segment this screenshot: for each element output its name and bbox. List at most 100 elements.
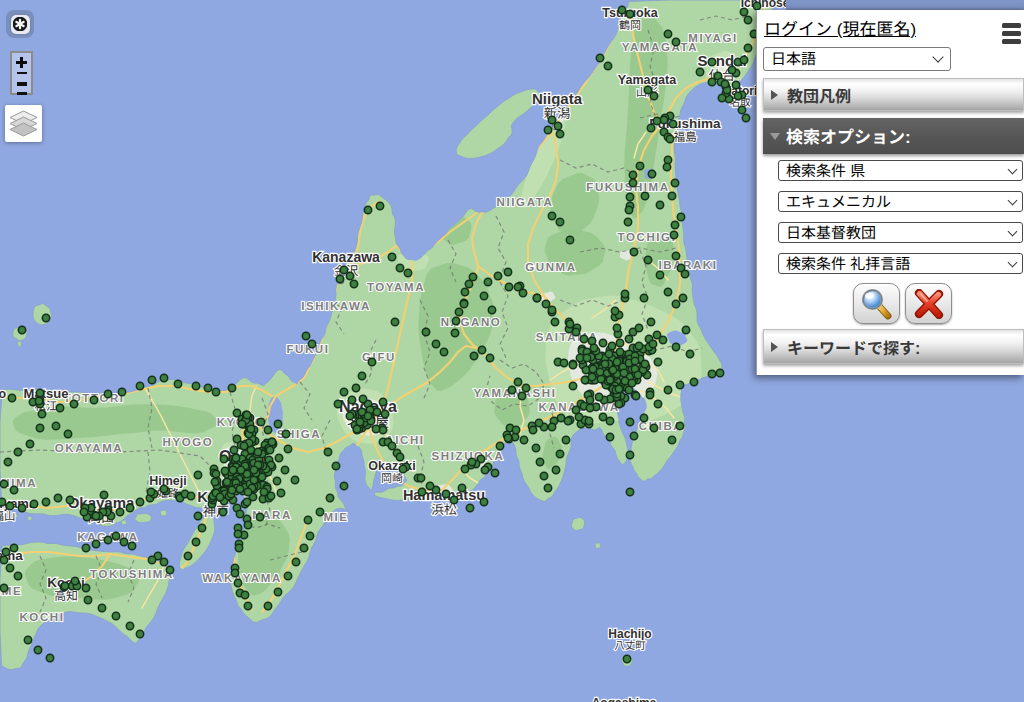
church-dot[interactable]: [346, 412, 353, 419]
church-dot[interactable]: [61, 582, 68, 589]
zoom-in-button[interactable]: [12, 55, 31, 70]
church-dot[interactable]: [623, 655, 630, 662]
church-dot[interactable]: [596, 368, 603, 375]
church-dot[interactable]: [740, 8, 747, 15]
church-dot[interactable]: [356, 418, 363, 425]
church-dot[interactable]: [128, 542, 135, 549]
church-dot[interactable]: [18, 326, 25, 333]
church-dot[interactable]: [548, 116, 555, 123]
church-dot[interactable]: [364, 412, 371, 419]
church-dot[interactable]: [266, 446, 273, 453]
church-dot[interactable]: [659, 336, 666, 343]
church-dot[interactable]: [616, 339, 623, 346]
church-dot[interactable]: [388, 442, 395, 449]
church-dot[interactable]: [148, 556, 155, 563]
church-dot[interactable]: [575, 413, 582, 420]
church-dot[interactable]: [82, 584, 89, 591]
church-dot[interactable]: [6, 502, 13, 509]
church-dot[interactable]: [599, 339, 606, 346]
church-dot[interactable]: [192, 382, 199, 389]
church-dot[interactable]: [359, 395, 366, 402]
church-dot[interactable]: [228, 384, 235, 391]
church-dot[interactable]: [540, 472, 547, 479]
church-dot[interactable]: [422, 328, 429, 335]
church-dot[interactable]: [230, 446, 237, 453]
church-dot[interactable]: [277, 489, 284, 496]
church-dot[interactable]: [282, 430, 289, 437]
church-dot[interactable]: [136, 630, 143, 637]
church-dot[interactable]: [148, 376, 155, 383]
church-dot[interactable]: [399, 465, 406, 472]
church-dot[interactable]: [672, 300, 679, 307]
church-dot[interactable]: [533, 294, 540, 301]
church-dot[interactable]: [92, 540, 99, 547]
church-dot[interactable]: [346, 272, 353, 279]
church-dot[interactable]: [104, 390, 111, 397]
church-dot[interactable]: [0, 556, 7, 563]
church-dot[interactable]: [681, 270, 688, 277]
church-dot[interactable]: [582, 366, 589, 373]
church-dot[interactable]: [104, 536, 111, 543]
church-dot[interactable]: [24, 636, 31, 643]
church-dot[interactable]: [618, 6, 625, 13]
church-dot[interactable]: [116, 508, 123, 515]
church-dot[interactable]: [92, 512, 99, 519]
church-dot[interactable]: [641, 192, 648, 199]
church-dot[interactable]: [566, 320, 573, 327]
church-dot[interactable]: [440, 348, 447, 355]
church-dot[interactable]: [504, 268, 511, 275]
church-dot[interactable]: [388, 253, 395, 260]
church-dot[interactable]: [30, 500, 37, 507]
church-dot[interactable]: [597, 375, 604, 382]
church-dot[interactable]: [629, 179, 636, 186]
church-dot[interactable]: [237, 466, 244, 473]
church-dot[interactable]: [275, 454, 282, 461]
church-dot[interactable]: [740, 56, 747, 63]
church-dot[interactable]: [396, 264, 403, 271]
church-dot[interactable]: [231, 569, 238, 576]
church-dot[interactable]: [90, 396, 97, 403]
clear-button[interactable]: [905, 283, 952, 324]
church-dot[interactable]: [267, 492, 274, 499]
church-dot[interactable]: [742, 114, 749, 121]
church-dot[interactable]: [160, 558, 167, 565]
church-dot[interactable]: [668, 192, 675, 199]
church-dot[interactable]: [616, 348, 623, 355]
church-dot[interactable]: [381, 410, 388, 417]
church-dot[interactable]: [35, 397, 42, 404]
church-dot[interactable]: [120, 538, 127, 545]
church-dot[interactable]: [650, 424, 657, 431]
church-dot[interactable]: [631, 357, 638, 364]
church-dot[interactable]: [257, 418, 264, 425]
church-dot[interactable]: [656, 201, 663, 208]
church-dot[interactable]: [556, 450, 563, 457]
church-dot[interactable]: [628, 379, 635, 386]
church-dot[interactable]: [625, 335, 632, 342]
church-dot[interactable]: [300, 544, 307, 551]
church-dot[interactable]: [505, 283, 512, 290]
church-dot[interactable]: [0, 480, 7, 487]
church-dot[interactable]: [632, 392, 639, 399]
church-dot[interactable]: [625, 206, 632, 213]
church-dot[interactable]: [635, 342, 642, 349]
church-dot[interactable]: [306, 532, 313, 539]
church-dot[interactable]: [358, 372, 365, 379]
church-dot[interactable]: [532, 444, 539, 451]
church-dot[interactable]: [518, 392, 525, 399]
church-dot[interactable]: [716, 369, 723, 376]
church-dot[interactable]: [316, 508, 323, 515]
church-dot[interactable]: [194, 512, 201, 519]
church-dot[interactable]: [548, 306, 555, 313]
church-dot[interactable]: [194, 471, 201, 478]
church-dot[interactable]: [604, 62, 611, 69]
church-dot[interactable]: [404, 269, 411, 276]
church-dot[interactable]: [529, 426, 536, 433]
church-dot[interactable]: [663, 163, 670, 170]
church-dot[interactable]: [38, 410, 45, 417]
church-dot[interactable]: [334, 400, 341, 407]
church-dot[interactable]: [396, 453, 403, 460]
church-dot[interactable]: [613, 324, 620, 331]
church-dot[interactable]: [466, 504, 473, 511]
church-dot[interactable]: [668, 436, 675, 443]
church-dot[interactable]: [292, 558, 299, 565]
